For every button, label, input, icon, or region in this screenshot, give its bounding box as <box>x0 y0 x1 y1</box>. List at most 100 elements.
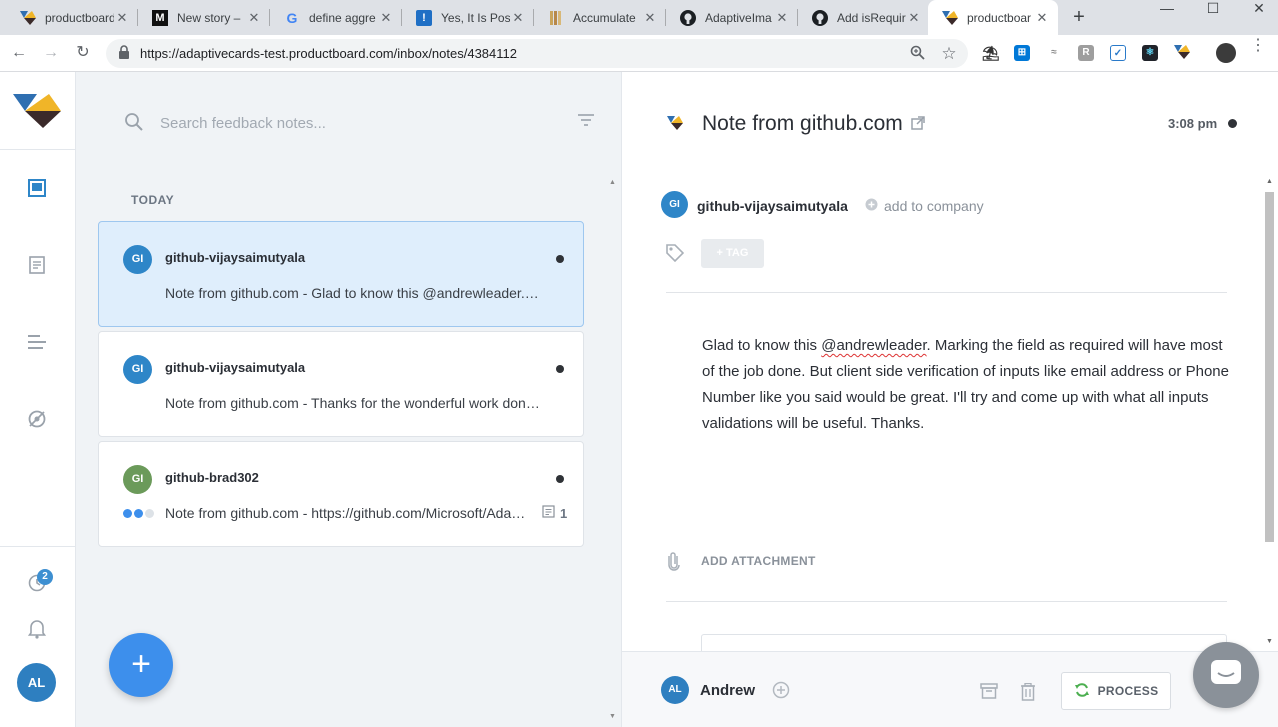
close-icon[interactable]: ✕ <box>114 10 130 26</box>
note-author: github-brad302 <box>165 470 259 485</box>
productboard-logo[interactable] <box>13 94 61 133</box>
filter-icon[interactable] <box>577 113 595 134</box>
browser-tab[interactable]: productboard ✕ <box>6 0 138 35</box>
bookmark-star-icon[interactable]: ☆ <box>940 45 958 63</box>
add-tag-button[interactable]: + TAG <box>701 239 764 268</box>
medium-icon: M <box>152 9 168 26</box>
external-link-icon[interactable] <box>911 112 925 136</box>
user-avatar[interactable]: AL <box>17 663 56 702</box>
close-icon[interactable]: ✕ <box>378 10 394 26</box>
extension-productboard-icon[interactable] <box>1174 45 1190 61</box>
section-label: TODAY <box>131 193 175 207</box>
back-button[interactable]: ← <box>6 41 32 67</box>
close-icon[interactable]: ✕ <box>774 10 790 26</box>
note-card[interactable]: GI github-brad302 Note from github.com -… <box>98 441 584 547</box>
add-to-company-link[interactable]: add to company <box>865 198 984 214</box>
new-tab-button[interactable]: + <box>1068 7 1090 29</box>
status-indicator[interactable] <box>1228 119 1237 128</box>
maximize-button[interactable]: ☐ <box>1190 0 1236 30</box>
close-icon[interactable]: ✕ <box>642 10 658 26</box>
bell-icon[interactable] <box>26 618 48 640</box>
search-icon <box>124 112 144 137</box>
extension-wave-icon[interactable]: ≈ <box>1046 45 1062 61</box>
exclamation-icon: ! <box>416 9 432 26</box>
note-title: Note from github.com <box>702 112 925 136</box>
trash-icon[interactable] <box>1020 682 1036 706</box>
plus-circle-icon <box>865 198 878 214</box>
archive-icon[interactable] <box>980 683 998 704</box>
profile-avatar[interactable] <box>1216 43 1236 63</box>
reload-button[interactable]: ↻ <box>70 41 96 67</box>
browser-tab-active[interactable]: productboar ✕ <box>928 0 1058 35</box>
processing-progress-icon <box>123 509 154 518</box>
note-card[interactable]: GI github-vijaysaimutyala Note from gith… <box>98 221 584 327</box>
avatar: AL <box>661 676 689 704</box>
chat-launcher-button[interactable] <box>1193 642 1259 708</box>
portal-icon[interactable] <box>26 408 48 430</box>
document-icon <box>542 505 555 521</box>
close-icon[interactable]: ✕ <box>510 10 526 26</box>
close-icon[interactable]: ✕ <box>1034 10 1050 26</box>
address-bar[interactable]: https://adaptivecards-test.productboard.… <box>106 39 968 68</box>
notes-scrollbar[interactable]: ▲ ▼ <box>606 177 618 727</box>
github-icon <box>680 9 696 26</box>
zoom-icon[interactable] <box>908 45 926 63</box>
avatar: GI <box>123 245 152 274</box>
close-icon[interactable]: ✕ <box>246 10 262 26</box>
add-assignee-icon[interactable] <box>772 681 790 704</box>
unread-indicator <box>556 255 564 263</box>
note-detail-panel: Note from github.com 3:08 pm GI github-v… <box>622 72 1278 727</box>
insight-count: 1 <box>542 505 567 521</box>
browser-tab[interactable]: Add isRequir ✕ <box>798 0 930 35</box>
extension-r-icon[interactable]: R <box>1078 45 1094 61</box>
close-icon[interactable]: ✕ <box>906 10 922 26</box>
avatar: GI <box>123 355 152 384</box>
productboard-icon <box>20 10 36 26</box>
extension-shield-icon[interactable]: ✓ <box>1110 45 1126 61</box>
inbox-icon[interactable] <box>26 177 48 199</box>
forward-button[interactable]: → <box>38 41 64 67</box>
browser-toolbar: ← → ↻ https://adaptivecards-test.product… <box>0 35 1278 72</box>
productboard-icon <box>666 116 684 135</box>
avatar: GI <box>661 191 688 218</box>
extension-spy-icon[interactable]: ⛱ <box>982 45 1000 61</box>
productboard-icon <box>942 10 958 26</box>
detail-scrollbar[interactable]: ▲ ▼ <box>1262 176 1278 650</box>
left-nav: 2 AL <box>0 72 76 727</box>
lock-icon <box>118 45 130 65</box>
add-note-button[interactable]: + <box>109 633 173 697</box>
note-author[interactable]: github-vijaysaimutyala <box>697 198 848 214</box>
note-preview: Note from github.com - Thanks for the wo… <box>165 395 545 411</box>
note-author: github-vijaysaimutyala <box>165 360 306 375</box>
browser-tab[interactable]: Accumulate ✕ <box>534 0 666 35</box>
unread-indicator <box>556 365 564 373</box>
refresh-icon <box>1074 682 1090 701</box>
browser-tab[interactable]: M New story – ✕ <box>138 0 270 35</box>
mention-link[interactable]: @andrewleader <box>821 337 926 354</box>
extension-windows-icon[interactable]: ⊞ <box>1014 45 1030 61</box>
chat-icon <box>1210 659 1242 692</box>
app: 2 AL TODAY GI github-vijaysaimutyala Not… <box>0 72 1278 727</box>
add-attachment-button[interactable]: ADD ATTACHMENT <box>701 554 816 568</box>
google-icon: G <box>286 9 298 26</box>
minimize-button[interactable]: — <box>1144 0 1190 30</box>
github-icon <box>812 9 828 26</box>
browser-tab[interactable]: ! Yes, It Is Pos ✕ <box>402 0 534 35</box>
insights-icon[interactable] <box>26 254 48 276</box>
notes-list-panel: TODAY GI github-vijaysaimutyala Note fro… <box>76 72 622 727</box>
browser-menu-icon[interactable]: ⋮ <box>1250 38 1266 54</box>
assignee-name[interactable]: Andrew <box>700 682 755 699</box>
browser-tab[interactable]: G define aggre ✕ <box>270 0 402 35</box>
url-text[interactable]: https://adaptivecards-test.productboard.… <box>140 46 517 61</box>
updates-badge: 2 <box>37 569 53 585</box>
extension-react-icon[interactable]: ⚛ <box>1142 45 1158 61</box>
note-time: 3:08 pm <box>1168 116 1218 131</box>
note-author: github-vijaysaimutyala <box>165 250 306 265</box>
note-card[interactable]: GI github-vijaysaimutyala Note from gith… <box>98 331 584 437</box>
process-button[interactable]: PROCESS <box>1061 672 1171 710</box>
search-input[interactable] <box>160 110 560 136</box>
roadmap-icon[interactable] <box>26 331 48 353</box>
unread-indicator <box>556 475 564 483</box>
window-close-button[interactable]: ✕ <box>1236 0 1278 30</box>
browser-tab[interactable]: AdaptiveIma ✕ <box>666 0 798 35</box>
